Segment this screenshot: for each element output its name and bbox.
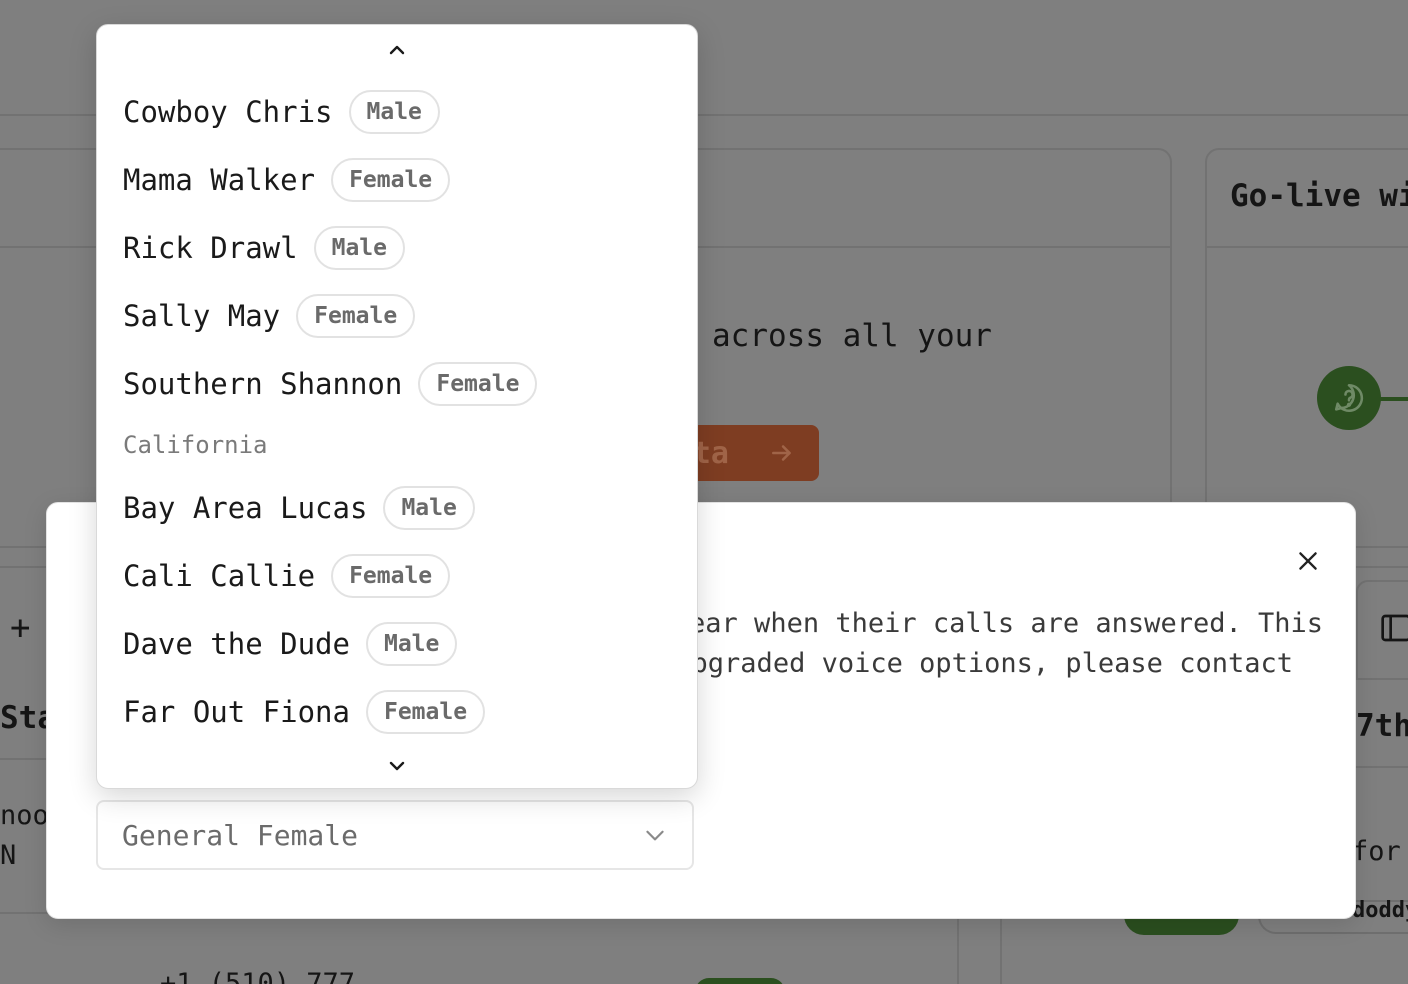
voice-option[interactable]: Cali Callie Female xyxy=(97,544,697,608)
voice-option-name: Mama Walker xyxy=(123,163,316,197)
cta-label: ta xyxy=(692,435,729,471)
bg-status-pill xyxy=(695,978,785,984)
voice-option-name: Southern Shannon xyxy=(123,367,403,401)
chevron-down-icon xyxy=(646,830,664,841)
help-circle-icon xyxy=(1334,383,1364,413)
gender-badge: Female xyxy=(331,554,451,598)
panel-toggle-icon[interactable] xyxy=(1380,610,1408,654)
voice-option[interactable]: Bay Area Lucas Male xyxy=(97,476,697,540)
gender-badge: Female xyxy=(331,158,451,202)
voice-dropdown: Cowboy Chris Male Mama Walker Female Ric… xyxy=(96,24,698,789)
chevron-down-icon xyxy=(389,761,405,771)
bg-row-divider xyxy=(1356,766,1408,768)
timeline-connector xyxy=(1380,397,1408,401)
close-button[interactable] xyxy=(1285,538,1331,584)
bg-date-text: 7th xyxy=(1356,708,1408,744)
gender-badge: Male xyxy=(383,486,475,530)
voice-option[interactable]: Dave the Dude Male xyxy=(97,612,697,676)
close-icon xyxy=(1299,552,1317,570)
voice-option-name: Rick Drawl xyxy=(123,231,298,265)
voice-option[interactable]: Cowboy Chris Male xyxy=(97,80,697,144)
arrow-right-icon xyxy=(772,445,791,461)
voice-option-name: Far Out Fiona xyxy=(123,695,350,729)
voice-select-value: General Female xyxy=(122,818,359,852)
voice-option[interactable]: Rick Drawl Male xyxy=(97,216,697,280)
chevron-up-icon xyxy=(389,45,405,55)
voice-option[interactable]: Southern Shannon Female xyxy=(97,352,697,416)
bg-column-divider xyxy=(957,918,959,984)
voice-option-name: Bay Area Lucas xyxy=(123,491,368,525)
card-body-text: across all your xyxy=(712,318,992,354)
bg-user-name: doddy xyxy=(1352,898,1408,923)
help-button[interactable] xyxy=(1317,366,1381,430)
group-label-california: California xyxy=(123,431,268,459)
gender-badge: Female xyxy=(365,690,486,734)
voice-option[interactable]: Far Out Fiona Female xyxy=(97,680,697,744)
voice-option-name: Cowboy Chris xyxy=(123,95,333,129)
bg-phone-number: +1 (510) 777 xyxy=(160,968,356,984)
scroll-down-button[interactable] xyxy=(97,751,697,781)
voice-option[interactable]: Mama Walker Female xyxy=(97,148,697,212)
gender-badge: Female xyxy=(296,294,416,338)
golive-title: Go-live wi xyxy=(1230,178,1408,214)
scroll-up-button[interactable] xyxy=(97,35,697,65)
voice-option[interactable]: Sally May Female xyxy=(97,284,697,348)
voice-option-name: Dave the Dude xyxy=(123,627,350,661)
gender-badge: Male xyxy=(313,226,405,270)
gender-badge: Female xyxy=(418,362,538,406)
gender-badge: Male xyxy=(365,622,458,666)
bg-row-text: for xyxy=(1352,836,1401,867)
gender-badge: Male xyxy=(348,90,440,134)
bg-column-divider xyxy=(1000,918,1002,984)
voice-option-name: Cali Callie xyxy=(123,559,316,593)
bg-row-text: N xyxy=(0,840,17,871)
voice-option-name: Sally May xyxy=(123,299,281,333)
voice-select[interactable]: General Female xyxy=(96,800,694,870)
golive-header-divider xyxy=(1205,246,1408,248)
plus-icon[interactable]: + xyxy=(10,608,30,648)
bg-row-text: noo xyxy=(0,800,49,831)
